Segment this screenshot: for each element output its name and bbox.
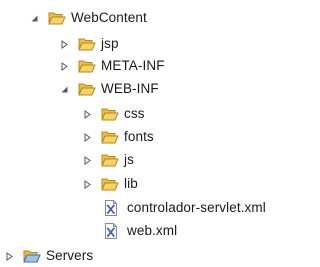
servers-folder-icon [23,248,41,264]
tree-item-label: META-INF [101,58,165,73]
xml-file-icon [102,223,120,239]
tree-item-label: WEB-INF [101,81,159,96]
tree-item-meta-inf[interactable]: META-INF [60,55,165,77]
xml-file-icon [102,200,120,216]
chevron-right-icon[interactable] [60,61,69,71]
chevron-right-icon[interactable] [83,109,92,119]
tree-item-label: css [124,106,145,121]
tree-item-fonts[interactable]: fonts [83,126,154,148]
chevron-right-icon[interactable] [60,39,69,49]
folder-icon [78,36,96,52]
tree-item-label: WebContent [71,10,147,25]
tree-item-web-xml[interactable]: web.xml [102,220,177,242]
tree-item-label: lib [124,176,138,191]
project-explorer-tree: WebContent jsp META-INF WEB-INF css font… [0,0,293,264]
tree-item-lib[interactable]: lib [83,173,138,195]
folder-open-icon [48,10,66,26]
folder-icon [101,106,119,122]
chevron-down-icon[interactable] [60,85,69,94]
tree-item-label: web.xml [127,223,178,238]
tree-item-label: jsp [101,36,119,51]
folder-icon [78,58,96,74]
tree-item-webcontent[interactable]: WebContent [30,7,147,29]
tree-item-label: controlador-servlet.xml [127,200,266,215]
chevron-down-icon[interactable] [30,14,39,23]
chevron-right-icon[interactable] [83,132,92,142]
folder-open-icon [78,81,96,97]
tree-item-web-inf[interactable]: WEB-INF [60,78,159,100]
folder-icon [101,152,119,168]
chevron-right-icon[interactable] [5,251,14,261]
tree-item-label: fonts [124,129,154,144]
tree-item-css[interactable]: css [83,103,145,125]
chevron-right-icon[interactable] [83,155,92,165]
tree-item-label: js [124,152,134,167]
tree-item-controlador-servlet-xml[interactable]: controlador-servlet.xml [102,197,266,219]
tree-item-jsp[interactable]: jsp [60,33,119,55]
folder-icon [101,129,119,145]
tree-item-js[interactable]: js [83,149,134,171]
chevron-right-icon[interactable] [83,179,92,189]
folder-icon [101,176,119,192]
